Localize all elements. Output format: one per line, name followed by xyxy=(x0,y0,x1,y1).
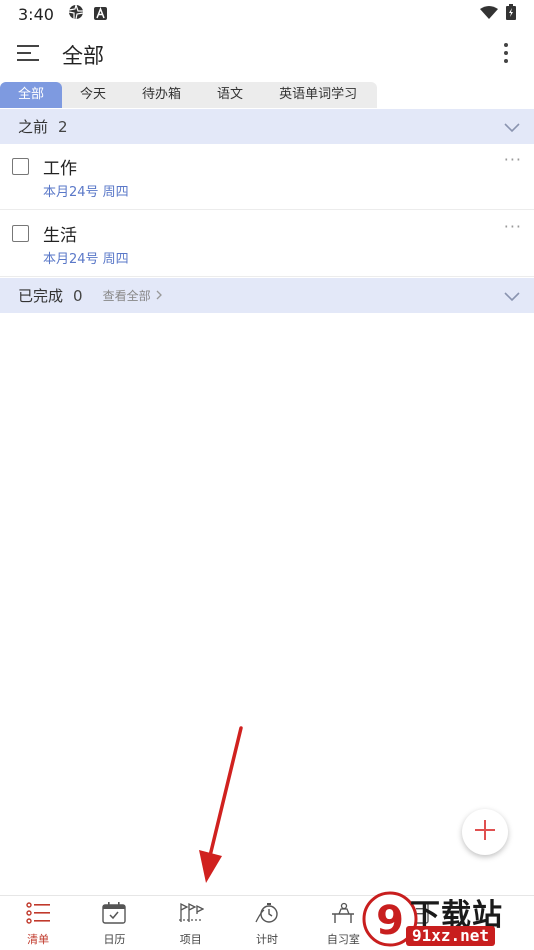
status-time: 3:40 xyxy=(18,4,54,24)
nav-label: 自习室 xyxy=(326,933,360,946)
tab-today[interactable]: 今天 xyxy=(62,82,124,108)
section-before-header[interactable]: 之前 2 xyxy=(0,109,534,144)
page-title: 全部 xyxy=(62,44,104,68)
chevron-down-icon[interactable] xyxy=(504,287,520,306)
chevron-right-icon xyxy=(156,289,162,303)
task-more-icon[interactable]: ··· xyxy=(504,150,522,169)
status-bar: 3:40 xyxy=(0,0,534,28)
nav-calendar[interactable]: 日历 xyxy=(76,896,152,950)
tab-inbox[interactable]: 待办箱 xyxy=(124,82,199,108)
task-more-icon[interactable]: ··· xyxy=(504,217,522,236)
menu-button[interactable] xyxy=(0,30,56,80)
section-completed-label: 已完成 xyxy=(18,287,64,305)
timer-icon xyxy=(255,902,279,928)
tab-english-words[interactable]: 英语单词学习 xyxy=(261,82,377,108)
task-checkbox[interactable] xyxy=(12,158,29,175)
task-title: 工作 xyxy=(43,159,77,179)
section-before-count: 2 xyxy=(58,117,68,136)
plus-icon xyxy=(474,819,496,845)
nav-list[interactable]: 清单 xyxy=(0,896,76,950)
calendar-icon xyxy=(102,902,127,928)
view-all-label: 查看全部 xyxy=(102,289,151,303)
nav-label: 项目 xyxy=(179,933,202,946)
watermark-bottom-text: 91xz.net xyxy=(406,926,496,946)
task-row[interactable]: 生活 本月24号 周四 ··· xyxy=(0,211,534,277)
section-completed-header[interactable]: 已完成 0 查看全部 xyxy=(0,278,534,313)
annotation-arrow-icon xyxy=(199,726,243,883)
nav-label: 计时 xyxy=(256,933,279,946)
task-title: 生活 xyxy=(43,226,77,246)
chevron-down-icon[interactable] xyxy=(504,118,520,137)
a-badge-icon xyxy=(93,5,107,24)
wifi-icon xyxy=(480,5,498,24)
view-all-link[interactable]: 查看全部 xyxy=(103,287,162,304)
task-row[interactable]: 工作 本月24号 周四 ··· xyxy=(0,144,534,210)
nav-project[interactable]: 项目 xyxy=(153,896,229,950)
nav-label: 日历 xyxy=(103,933,126,946)
tab-chinese[interactable]: 语文 xyxy=(199,82,261,108)
filter-tabs: 全部 今天 待办箱 语文 英语单词学习 xyxy=(0,82,378,108)
section-before-label: 之前 xyxy=(18,118,49,136)
aperture-icon xyxy=(68,4,84,24)
task-checkbox[interactable] xyxy=(12,225,29,242)
app-bar: 全部 xyxy=(0,30,534,80)
more-options-button[interactable] xyxy=(494,40,518,70)
section-completed-count: 0 xyxy=(73,286,83,305)
battery-icon xyxy=(506,4,516,24)
task-date: 本月24号 周四 xyxy=(43,185,129,200)
project-icon xyxy=(178,902,205,928)
nav-label: 清单 xyxy=(27,933,50,946)
tab-all[interactable]: 全部 xyxy=(0,82,63,108)
hamburger-icon xyxy=(17,45,39,65)
list-icon xyxy=(26,902,51,928)
task-date: 本月24号 周四 xyxy=(43,252,129,267)
study-room-icon xyxy=(330,902,356,928)
watermark-logo-text: 9 xyxy=(376,898,404,944)
watermark: 9 下载站 91xz.net xyxy=(362,888,534,950)
vertical-dots-icon xyxy=(504,43,508,67)
nav-timer[interactable]: 计时 xyxy=(229,896,305,950)
add-task-button[interactable] xyxy=(462,809,508,855)
